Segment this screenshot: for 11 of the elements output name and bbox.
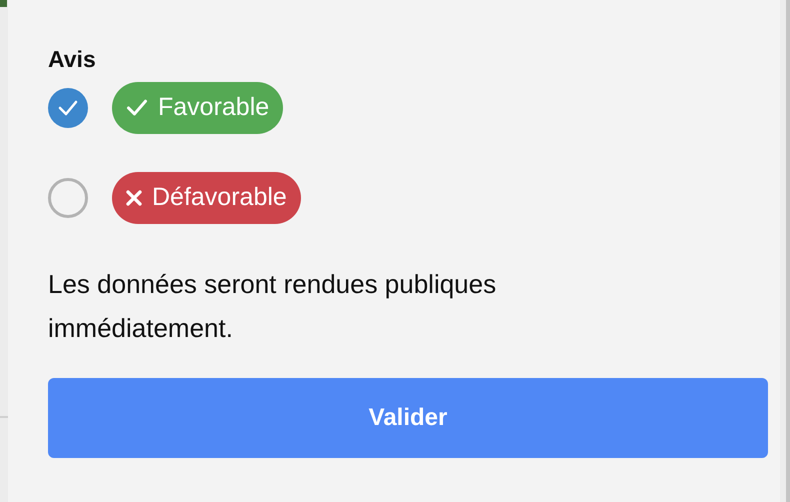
radio-button[interactable] (48, 178, 88, 218)
info-text: Les données seront rendues publiques immédiatement. (48, 268, 498, 345)
check-icon (126, 98, 148, 118)
radio-button[interactable] (48, 88, 88, 128)
corner-marker (0, 0, 7, 7)
check-icon (58, 100, 78, 116)
submit-button[interactable]: Valider (48, 378, 768, 458)
option-label[interactable]: Favorable (112, 82, 284, 134)
close-icon (126, 190, 142, 206)
form-heading: Avis (48, 45, 97, 74)
option-label[interactable]: Défavorable (112, 172, 301, 224)
